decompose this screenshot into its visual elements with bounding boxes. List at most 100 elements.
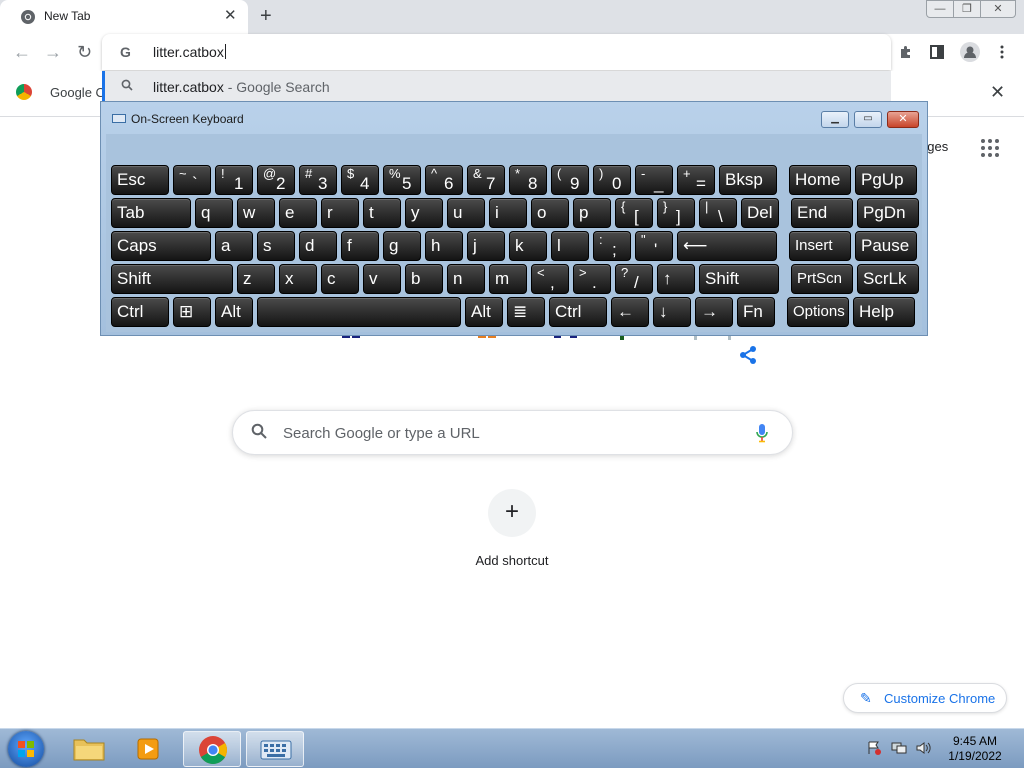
key-rctrl[interactable]: Ctrl (549, 297, 607, 327)
key-b[interactable]: b (405, 264, 443, 294)
network-icon[interactable] (891, 741, 907, 755)
profile-avatar-icon[interactable] (960, 42, 980, 62)
key-comma[interactable]: <, (531, 264, 569, 294)
customize-chrome-button[interactable]: ✎ Customize Chrome (843, 683, 1007, 713)
key-del[interactable]: Del (741, 198, 779, 228)
key-f[interactable]: f (341, 231, 379, 261)
key-rshift[interactable]: Shift (699, 264, 779, 294)
key-x[interactable]: x (279, 264, 317, 294)
key-w[interactable]: w (237, 198, 275, 228)
osk-minimize-button[interactable]: ▁ (821, 111, 849, 128)
key-right[interactable]: → (695, 297, 733, 327)
key-o[interactable]: o (531, 198, 569, 228)
key-y[interactable]: y (405, 198, 443, 228)
start-button[interactable] (8, 731, 44, 767)
forward-arrow-icon[interactable]: → (44, 42, 62, 62)
key-h[interactable]: h (425, 231, 463, 261)
key-2[interactable]: @2 (257, 165, 295, 195)
menu-kebab-icon[interactable] (994, 44, 1010, 60)
key-e[interactable]: e (279, 198, 317, 228)
taskbar-chrome[interactable] (183, 731, 241, 767)
google-apps-icon[interactable] (981, 139, 999, 157)
key-lctrl[interactable]: Ctrl (111, 297, 169, 327)
osk-maximize-button[interactable]: ▭ (854, 111, 882, 128)
key-help[interactable]: Help (853, 297, 915, 327)
key-l[interactable]: l (551, 231, 589, 261)
key-lshift[interactable]: Shift (111, 264, 233, 294)
key-1[interactable]: ! 1 (215, 165, 253, 195)
key-insert[interactable]: Insert (789, 231, 851, 261)
key-lbracket[interactable]: {[ (615, 198, 653, 228)
key-fn[interactable]: Fn (737, 297, 775, 327)
key-menu[interactable]: ≣ (507, 297, 545, 327)
key-z[interactable]: z (237, 264, 275, 294)
key-p[interactable]: p (573, 198, 611, 228)
key-left[interactable]: ← (611, 297, 649, 327)
osk-title-bar[interactable]: On-Screen Keyboard ▁ ▭ ✕ (101, 102, 927, 132)
key-rbracket[interactable]: }] (657, 198, 695, 228)
key-tab[interactable]: Tab (111, 198, 191, 228)
key-caps[interactable]: Caps (111, 231, 211, 261)
key-options[interactable]: Options (787, 297, 849, 327)
new-tab-button[interactable]: + (260, 5, 272, 27)
key-minus[interactable]: - _ (635, 165, 673, 195)
taskbar-osk[interactable] (246, 731, 304, 767)
key-ralt[interactable]: Alt (465, 297, 503, 327)
key-6[interactable]: ^ 6 (425, 165, 463, 195)
key-period[interactable]: >. (573, 264, 611, 294)
key-tilde[interactable]: ~ ` (173, 165, 211, 195)
action-center-flag-icon[interactable] (866, 741, 882, 755)
key-end[interactable]: End (791, 198, 853, 228)
add-shortcut-label[interactable]: Add shortcut (462, 553, 562, 568)
key-v[interactable]: v (363, 264, 401, 294)
bar-close-icon[interactable]: ✕ (990, 82, 1005, 103)
key-pgdn[interactable]: PgDn (857, 198, 919, 228)
key-4[interactable]: $4 (341, 165, 379, 195)
key-enter[interactable]: ⟵ (677, 231, 777, 261)
key-esc[interactable]: Esc (111, 165, 169, 195)
address-bar[interactable]: G litter.catbox (102, 34, 891, 70)
window-maximize-button[interactable]: ❐ (953, 0, 981, 18)
key-backslash[interactable]: | \ (699, 198, 737, 228)
ntp-search-box[interactable]: Search Google or type a URL (232, 410, 793, 455)
system-clock[interactable]: 9:45 AM 1/19/2022 (940, 734, 1010, 764)
share-icon[interactable] (738, 345, 758, 370)
key-m[interactable]: m (489, 264, 527, 294)
key-bksp[interactable]: Bksp (719, 165, 777, 195)
key-q[interactable]: q (195, 198, 233, 228)
back-arrow-icon[interactable]: ← (13, 42, 31, 62)
tab-close-icon[interactable]: ✕ (224, 8, 237, 24)
key-s[interactable]: s (257, 231, 295, 261)
add-shortcut-button[interactable]: + (488, 489, 536, 537)
volume-icon[interactable] (915, 741, 931, 755)
key-slash[interactable]: ? / (615, 264, 653, 294)
key-n[interactable]: n (447, 264, 485, 294)
key-prtscn[interactable]: PrtScn (791, 264, 853, 294)
key-7[interactable]: & 7 (467, 165, 505, 195)
key-space[interactable] (257, 297, 461, 327)
side-panel-icon[interactable] (929, 44, 945, 60)
bookmark-google[interactable]: Google C (16, 84, 105, 100)
window-close-button[interactable]: ✕ (980, 0, 1016, 18)
omnibox-suggestion[interactable]: litter.catbox - Google Search (102, 71, 891, 101)
tab-new-tab[interactable]: New Tab ✕ (0, 0, 248, 34)
taskbar-media-player[interactable] (120, 731, 178, 767)
key-g[interactable]: g (383, 231, 421, 261)
key-u[interactable]: u (447, 198, 485, 228)
key-semicolon[interactable]: :; (593, 231, 631, 261)
osk-close-button[interactable]: ✕ (887, 111, 919, 128)
window-minimize-button[interactable]: — (926, 0, 954, 18)
key-a[interactable]: a (215, 231, 253, 261)
key-scrlk[interactable]: ScrLk (857, 264, 919, 294)
key-c[interactable]: c (321, 264, 359, 294)
key-pgup[interactable]: PgUp (855, 165, 917, 195)
key-down[interactable]: ↓ (653, 297, 691, 327)
key-win[interactable]: ⊞ (173, 297, 211, 327)
reload-icon[interactable]: ↻ (77, 42, 92, 62)
microphone-icon[interactable] (755, 423, 769, 443)
key-r[interactable]: r (321, 198, 359, 228)
search-input-placeholder[interactable]: Search Google or type a URL (283, 425, 480, 442)
key-d[interactable]: d (299, 231, 337, 261)
key-0[interactable]: ) 0 (593, 165, 631, 195)
key-3[interactable]: #3 (299, 165, 337, 195)
